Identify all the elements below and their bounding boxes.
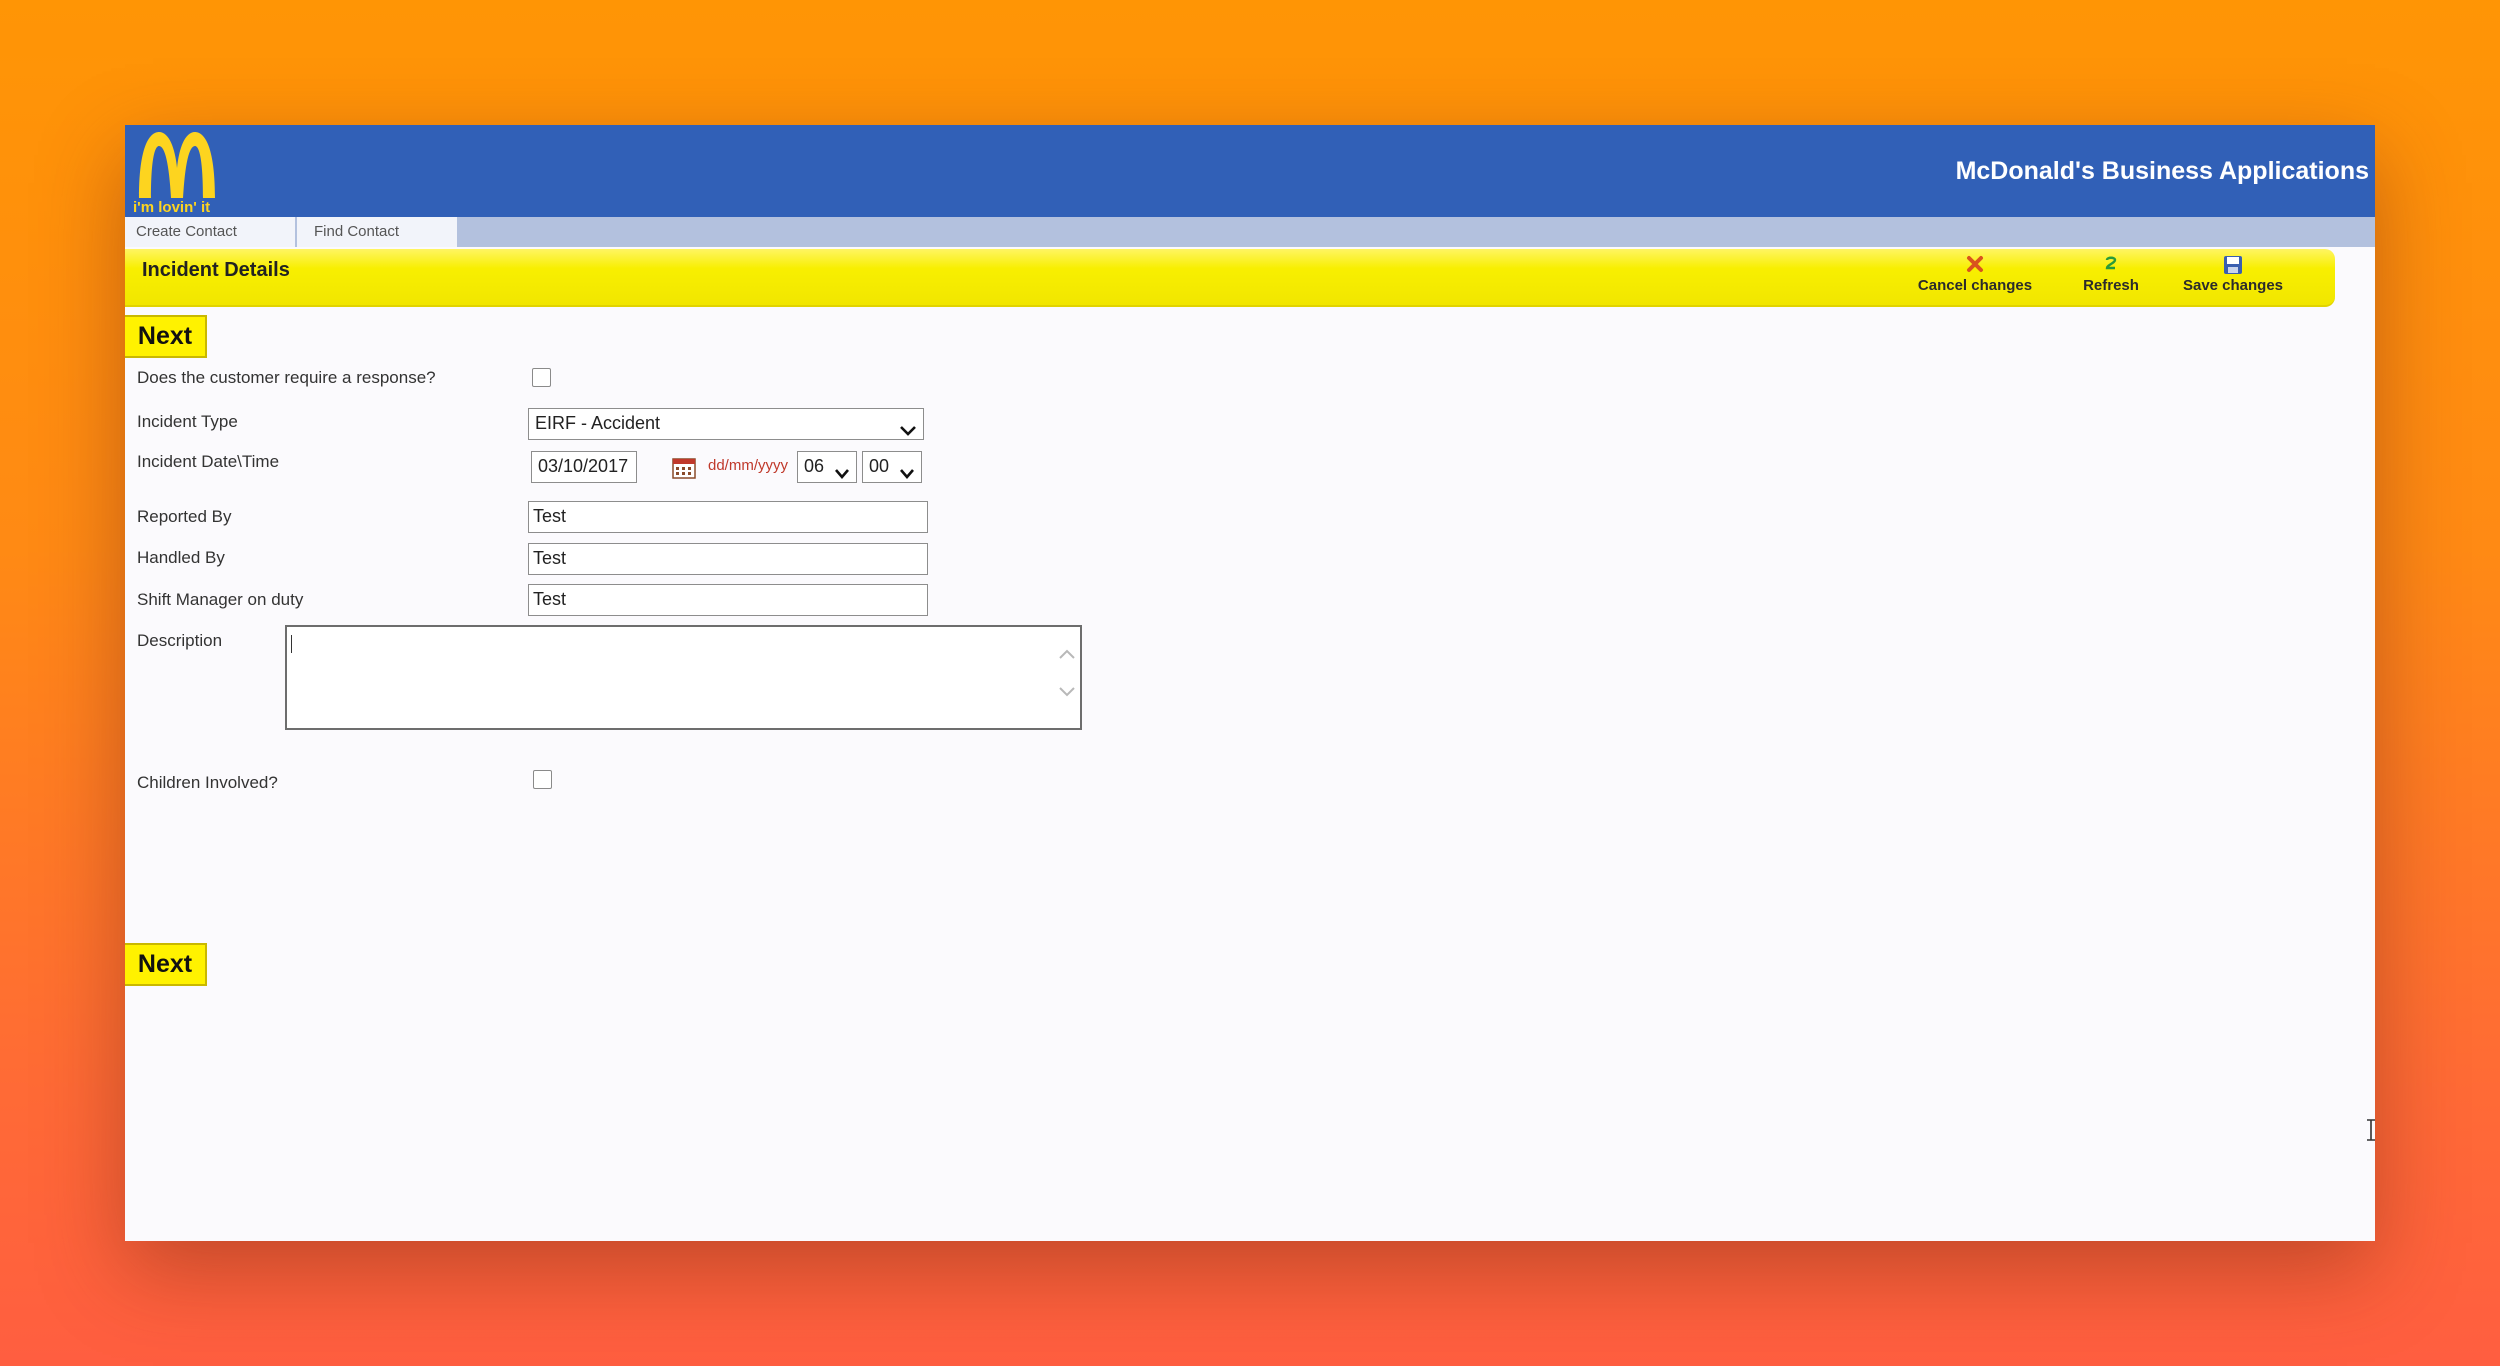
save-changes-label: Save changes (2182, 277, 2284, 294)
incident-datetime-label: Incident Date\Time (137, 452, 280, 471)
incident-date-input[interactable]: 03/10/2017 (531, 451, 637, 483)
shift-manager-input[interactable]: Test (528, 584, 928, 616)
tab-find-contact[interactable]: Find Contact (297, 217, 457, 247)
save-disk-icon (2175, 255, 2291, 275)
section-title: Incident Details (142, 259, 290, 281)
tab-create-contact[interactable]: Create Contact (125, 217, 295, 247)
cancel-changes-label: Cancel changes (1917, 277, 2033, 294)
app-window: i'm lovin' it McDonald's Business Applic… (125, 125, 2375, 1241)
header-bar: i'm lovin' it McDonald's Business Applic… (125, 125, 2375, 217)
logo-slogan: i'm lovin' it (133, 199, 211, 216)
customer-response-label: Does the customer require a response? (137, 368, 436, 387)
cancel-changes-button[interactable]: Cancel changes (1910, 255, 2040, 299)
scroll-up-icon[interactable] (1058, 647, 1076, 665)
chevron-down-icon (899, 460, 915, 489)
refresh-label: Refresh (2083, 277, 2139, 294)
incident-minute-select[interactable]: 00 (862, 451, 922, 483)
app-title: McDonald's Business Applications (1955, 157, 2369, 185)
handled-by-label: Handled By (137, 548, 225, 567)
children-involved-label: Children Involved? (137, 773, 278, 792)
next-button-top[interactable]: Next (125, 315, 207, 358)
text-caret (291, 635, 292, 653)
customer-response-checkbox[interactable] (532, 368, 551, 387)
desktop-background: { "header": { "logo_slogan": "i'm lovin'… (0, 0, 2500, 1366)
reported-by-input[interactable]: Test (528, 501, 928, 533)
incident-hour-value: 06 (804, 456, 825, 476)
refresh-icon (2075, 255, 2147, 275)
calendar-icon[interactable] (672, 457, 696, 484)
incident-type-value: EIRF - Accident (535, 413, 661, 433)
chevron-down-icon (834, 460, 850, 489)
handled-by-input[interactable]: Test (528, 543, 928, 575)
children-involved-checkbox[interactable] (533, 770, 552, 789)
shift-manager-label: Shift Manager on duty (137, 590, 304, 609)
save-changes-button[interactable]: Save changes (2175, 255, 2291, 299)
incident-hour-select[interactable]: 06 (797, 451, 857, 483)
nav-bar: Create Contact Find Contact (125, 217, 2375, 247)
description-textarea[interactable] (285, 625, 1082, 730)
cancel-x-icon (1910, 255, 2040, 275)
text-cursor-icon (2365, 1119, 2375, 1146)
reported-by-label: Reported By (137, 507, 232, 526)
chevron-down-icon (899, 417, 917, 446)
incident-type-select[interactable]: EIRF - Accident (528, 408, 924, 440)
incident-date-value: 03/10/2017 (538, 456, 629, 476)
date-format-hint: dd/mm/yyyy (708, 457, 789, 474)
incident-minute-value: 00 (869, 456, 890, 476)
next-button-bottom[interactable]: Next (125, 943, 207, 986)
description-label: Description (137, 631, 223, 650)
scroll-down-icon[interactable] (1058, 685, 1076, 703)
refresh-button[interactable]: Refresh (2075, 255, 2147, 299)
incident-type-label: Incident Type (137, 412, 238, 431)
section-header: Incident Details Cancel changes Refresh … (125, 249, 2335, 307)
